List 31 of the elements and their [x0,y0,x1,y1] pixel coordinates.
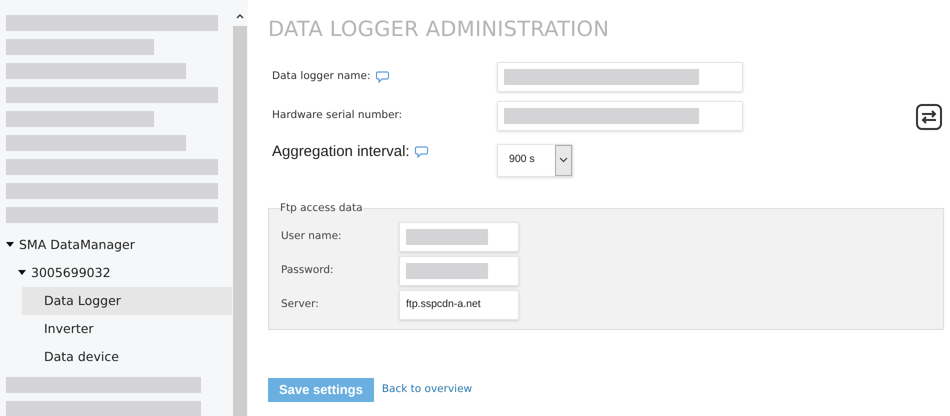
text-field[interactable] [399,256,519,286]
caret-down-icon [6,242,14,248]
text-field[interactable]: ftp.sspcdn-a.net [399,290,519,320]
field-label: Hardware serial number: [272,108,402,123]
interval-dropdown[interactable]: 900 s [497,144,573,176]
speech-bubble-icon [376,70,389,82]
tree-item-label: SMA DataManager [19,236,135,254]
tree-item[interactable]: Data device [22,343,232,371]
swap-icon[interactable] [916,104,942,130]
chevron-down-icon [559,157,568,163]
field-label: Server: [281,297,320,312]
tree-item-label: 3005699032 [31,264,111,282]
scrollbar-thumb[interactable] [233,26,247,416]
field-label: Password: [281,263,335,278]
tree-item[interactable]: Inverter [22,315,232,343]
tree-item[interactable]: Data Logger [22,287,232,315]
caret-down-icon [18,270,26,276]
field-label: Data logger name: [272,68,371,84]
page-title: DATA LOGGER ADMINISTRATION [268,16,610,43]
panel-legend: Ftp access data [280,200,363,216]
speech-bubble-icon [414,146,428,158]
tree-item[interactable]: 3005699032 [0,259,232,287]
text-field[interactable] [399,222,519,252]
text-field[interactable] [497,100,743,130]
scrollbar[interactable] [232,0,248,416]
field-label: User name: [281,229,343,244]
text-field[interactable] [497,62,743,92]
scroll-up-icon[interactable] [235,12,245,20]
field-label: Aggregation interval: [272,142,410,162]
tree-item[interactable]: SMA DataManager [0,231,232,259]
back-link[interactable]: Back to overview [382,382,472,398]
